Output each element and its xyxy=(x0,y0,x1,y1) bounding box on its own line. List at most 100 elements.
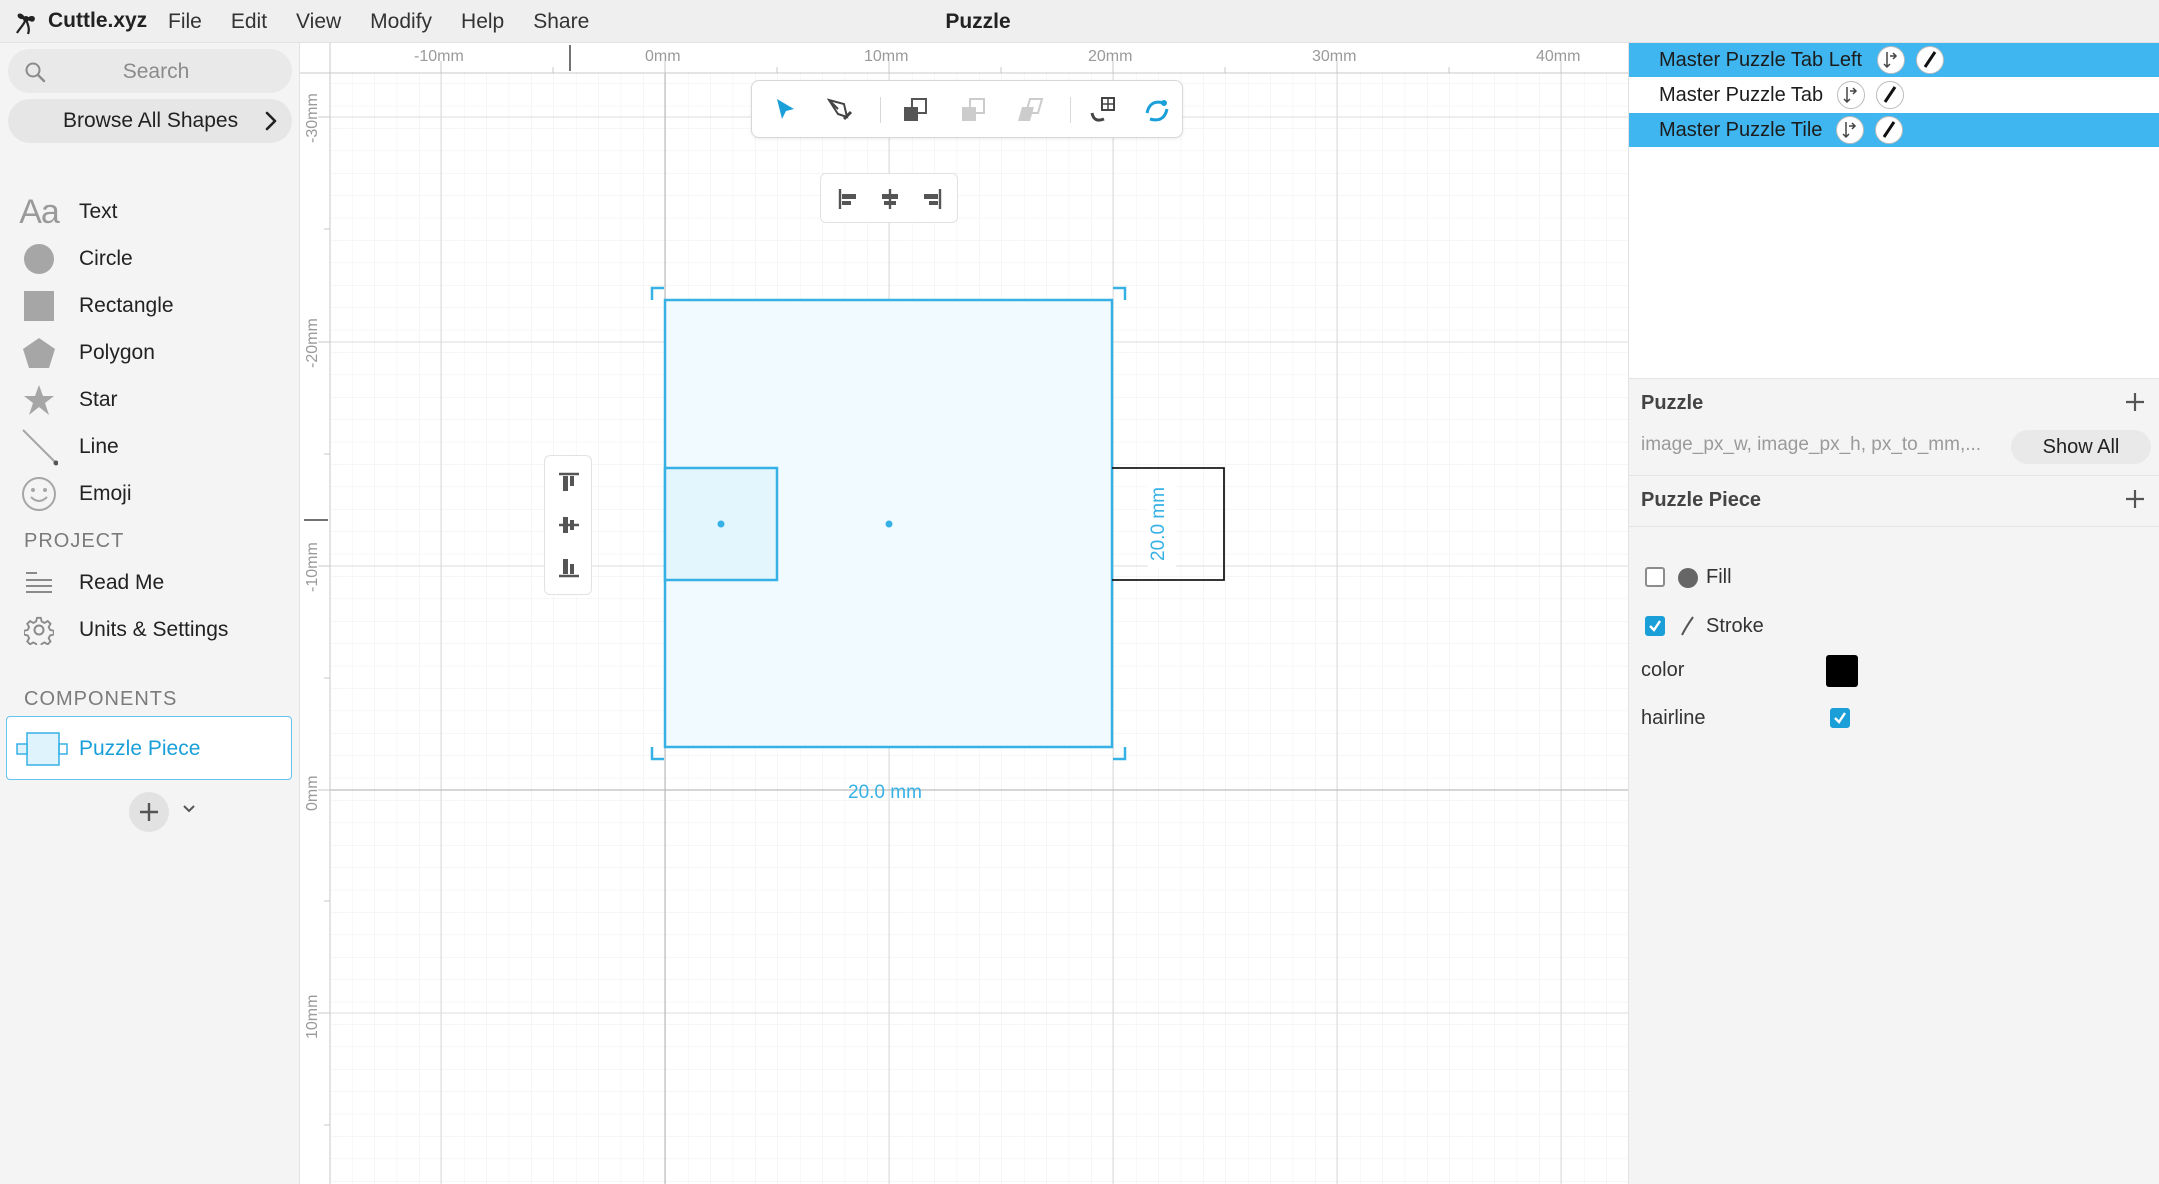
pen-tool-icon[interactable] xyxy=(824,95,854,125)
circle-icon xyxy=(24,244,54,274)
components-heading: COMPONENTS xyxy=(24,688,178,710)
search-icon xyxy=(25,62,46,83)
project-item-read-me[interactable]: Read Me xyxy=(0,561,300,605)
emoji-icon xyxy=(22,477,56,511)
shape-item-label: Text xyxy=(79,200,118,223)
stroke-badge-icon[interactable] xyxy=(1916,46,1944,74)
height-dimension-label[interactable]: 20.0 mm xyxy=(1148,487,1170,561)
fill-label: Fill xyxy=(1706,566,1732,588)
select-arrow-icon[interactable] xyxy=(770,95,800,125)
repeat-grid-icon[interactable] xyxy=(1088,95,1118,125)
transform-icon[interactable] xyxy=(900,95,930,125)
shape-item-label: Circle xyxy=(79,247,133,270)
toolbar-separator xyxy=(880,97,881,123)
layer-master-puzzle-tab-left[interactable]: Master Puzzle Tab Left xyxy=(1629,43,2159,77)
add-parameter-plus-icon[interactable] xyxy=(2124,391,2146,413)
ruler-y-label: 0mm xyxy=(304,775,321,811)
layer-master-puzzle-tile[interactable]: Master Puzzle Tile xyxy=(1629,113,2159,147)
search-input[interactable] xyxy=(54,55,258,89)
star-icon xyxy=(24,385,54,415)
fill-icon xyxy=(1678,568,1698,588)
line-icon xyxy=(22,429,58,466)
canvas-grid: -10mm 0mm 10mm 20mm 30mm 40mm -30mm -20m… xyxy=(300,43,1628,1184)
shape-item-polygon[interactable]: Polygon xyxy=(0,331,300,375)
shape-item-star[interactable]: Star xyxy=(0,378,300,422)
component-item-label: Puzzle Piece xyxy=(79,737,201,760)
ruler-y-label: 10mm xyxy=(304,995,321,1039)
skew-icon[interactable] xyxy=(1014,95,1044,125)
boolean-icon[interactable] xyxy=(958,95,988,125)
design-canvas[interactable]: -10mm 0mm 10mm 20mm 30mm 40mm -30mm -20m… xyxy=(300,43,1628,1184)
chevron-right-icon xyxy=(265,111,277,131)
shape-item-line[interactable]: Line xyxy=(0,425,300,469)
right-panel: Master Puzzle Tab Left Master Puzzle Tab… xyxy=(1628,43,2159,1184)
stroke-badge-icon[interactable] xyxy=(1876,81,1904,109)
ruler-x-label: 20mm xyxy=(1088,48,1132,65)
repeat-badge-icon[interactable] xyxy=(1837,81,1865,109)
tile-center-point xyxy=(885,520,893,528)
show-all-button[interactable]: Show All xyxy=(2011,430,2151,464)
width-dimension-label[interactable]: 20.0 mm xyxy=(848,782,922,804)
shape-item-label: Line xyxy=(79,435,119,458)
ruler-x-label: 10mm xyxy=(864,48,908,65)
vertical-align-toolbar xyxy=(544,455,592,595)
tab-center-point xyxy=(717,520,725,528)
browse-all-shapes-button[interactable]: Browse All Shapes xyxy=(8,99,292,143)
hairline-checkbox[interactable] xyxy=(1830,708,1850,728)
toolbar-separator xyxy=(1070,97,1071,123)
shape-item-emoji[interactable]: Emoji xyxy=(0,472,300,516)
shape-item-label: Star xyxy=(79,388,118,411)
add-component-button[interactable] xyxy=(129,792,169,832)
ruler-y-label: -30mm xyxy=(304,93,321,143)
fill-checkbox[interactable] xyxy=(1645,567,1665,587)
stroke-badge-icon[interactable] xyxy=(1875,116,1903,144)
component-item-puzzle-piece[interactable]: Puzzle Piece xyxy=(6,716,292,780)
gear-icon xyxy=(24,616,54,645)
readme-icon xyxy=(26,572,52,593)
shape-item-rectangle[interactable]: Rectangle xyxy=(0,284,300,328)
stroke-icon xyxy=(1681,616,1694,636)
modifier-icon[interactable] xyxy=(1142,95,1172,125)
document-title[interactable]: Puzzle xyxy=(0,0,1956,43)
shape-item-circle[interactable]: Circle xyxy=(0,237,300,281)
align-top-icon[interactable] xyxy=(557,471,581,495)
puzzle-parameters-list[interactable]: image_px_w, image_px_h, px_to_mm,... xyxy=(1641,434,1981,456)
project-item-label: Units & Settings xyxy=(79,618,229,641)
browse-all-shapes-label: Browse All Shapes xyxy=(63,109,239,132)
left-sidebar: Browse All Shapes Aa Text Circle Rectang… xyxy=(0,43,300,1184)
chevron-down-icon[interactable] xyxy=(182,804,196,814)
ruler-x-label: 0mm xyxy=(645,48,681,65)
repeat-badge-icon[interactable] xyxy=(1836,116,1864,144)
layer-master-puzzle-tab[interactable]: Master Puzzle Tab xyxy=(1629,78,2159,112)
color-swatch[interactable] xyxy=(1826,655,1858,687)
puzzle-section-header: Puzzle xyxy=(1629,378,2159,427)
align-left-icon[interactable] xyxy=(837,187,861,211)
color-label: color xyxy=(1641,659,1685,681)
puzzle-piece-section-header: Puzzle Piece xyxy=(1629,475,2159,527)
layers-list: Master Puzzle Tab Left Master Puzzle Tab… xyxy=(1629,43,2159,378)
fill-row: Fill xyxy=(1629,557,2159,597)
stroke-checkbox[interactable] xyxy=(1645,616,1665,636)
project-heading: PROJECT xyxy=(24,530,125,552)
repeat-badge-icon[interactable] xyxy=(1877,46,1905,74)
align-center-icon[interactable] xyxy=(878,187,902,211)
stroke-label: Stroke xyxy=(1706,615,1764,637)
component-thumbnail-icon xyxy=(16,732,68,766)
hairline-row: hairline xyxy=(1629,698,2159,738)
polygon-icon xyxy=(23,338,55,368)
stroke-row: Stroke xyxy=(1629,606,2159,646)
add-property-plus-icon[interactable] xyxy=(2124,488,2146,510)
shape-item-label: Polygon xyxy=(79,341,155,364)
align-bottom-icon[interactable] xyxy=(557,555,581,579)
canvas-toolbar xyxy=(751,80,1183,138)
layer-name: Master Puzzle Tab xyxy=(1659,84,1824,106)
search-box[interactable] xyxy=(8,49,292,93)
hairline-label: hairline xyxy=(1641,707,1706,729)
ruler-y-label: -10mm xyxy=(304,542,321,592)
align-middle-icon[interactable] xyxy=(557,513,581,537)
shape-item-text[interactable]: Aa Text xyxy=(0,190,300,234)
ruler-x-label: 40mm xyxy=(1536,48,1580,65)
project-item-units-settings[interactable]: Units & Settings xyxy=(0,608,300,652)
plus-icon xyxy=(140,803,158,821)
align-right-icon[interactable] xyxy=(919,187,943,211)
